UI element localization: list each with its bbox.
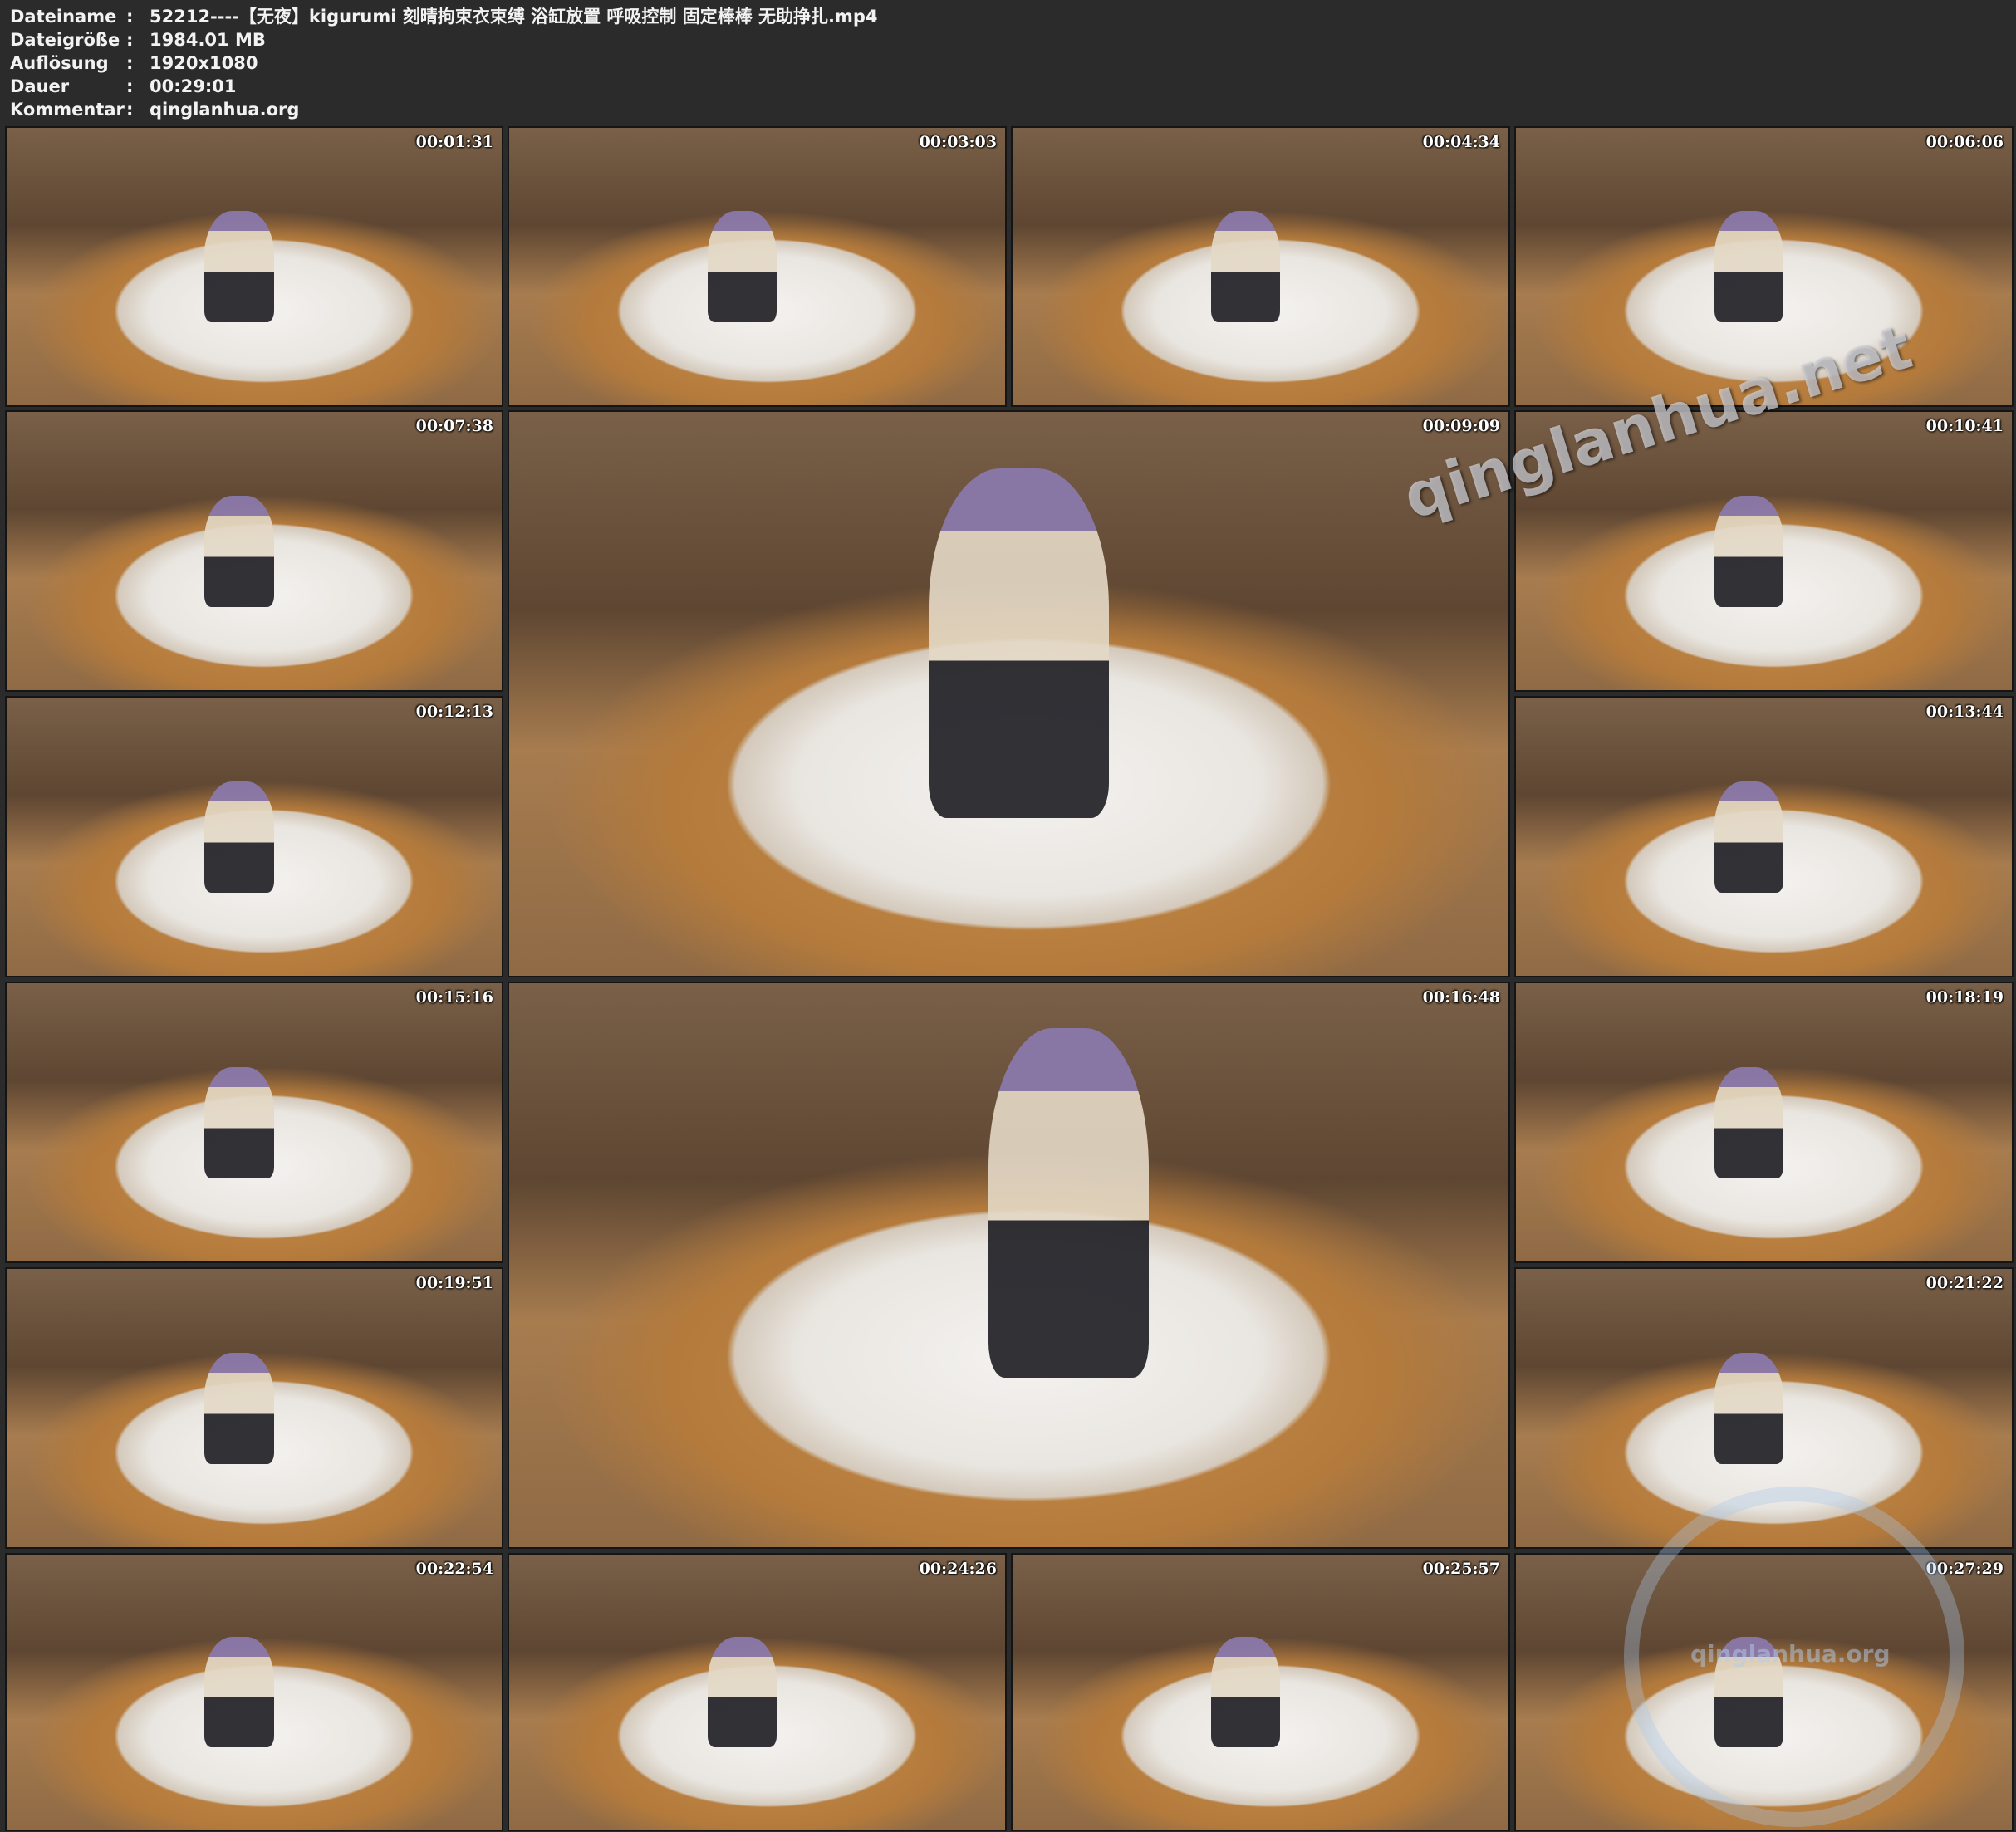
- thumbnail-figure: [988, 1028, 1149, 1379]
- thumbnail-timestamp: 00:18:19: [1925, 988, 2004, 1007]
- thumbnail-figure: [204, 1637, 274, 1747]
- video-thumbnail[interactable]: 00:22:54: [5, 1553, 503, 1831]
- info-value: qinglanhua.org: [150, 100, 300, 120]
- info-separator: :: [126, 53, 134, 73]
- thumbnail-timestamp: 00:21:22: [1925, 1274, 2004, 1292]
- thumbnail-figure: [929, 468, 1109, 818]
- info-label: Kommentar: [10, 100, 125, 120]
- info-label: Dauer: [10, 76, 70, 96]
- video-thumbnail[interactable]: 00:03:03: [508, 126, 1007, 407]
- info-value: 00:29:01: [150, 76, 237, 96]
- video-thumbnail[interactable]: 00:18:19: [1514, 982, 2014, 1263]
- info-row-filename: Dateiname : 52212----【无夜】kigurumi 刻晴拘束衣束…: [10, 5, 878, 28]
- video-thumbnail[interactable]: 00:15:16: [5, 982, 503, 1263]
- video-thumbnail[interactable]: 00:01:31: [5, 126, 503, 407]
- video-thumbnail[interactable]: 00:24:26: [508, 1553, 1007, 1831]
- thumbnail-timestamp: 00:01:31: [415, 133, 493, 151]
- video-thumbnail[interactable]: 00:25:57: [1011, 1553, 1510, 1831]
- thumbnail-figure: [204, 495, 274, 607]
- thumbnail-figure: [1714, 1066, 1784, 1178]
- info-value: 1984.01 MB: [150, 30, 266, 50]
- info-label: Dateigröße: [10, 30, 120, 50]
- thumbnail-timestamp: 00:24:26: [919, 1560, 997, 1578]
- thumbnail-figure: [204, 1352, 274, 1464]
- thumbnail-timestamp: 00:13:44: [1925, 703, 2004, 721]
- thumbnail-figure: [1714, 495, 1784, 607]
- info-separator: :: [126, 76, 134, 96]
- info-row-filesize: Dateigröße : 1984.01 MB: [10, 28, 878, 51]
- video-thumbnail[interactable]: 00:19:51: [5, 1267, 503, 1549]
- thumbnail-timestamp: 00:03:03: [919, 133, 997, 151]
- info-row-duration: Dauer : 00:29:01: [10, 75, 878, 98]
- thumbnail-timestamp: 00:06:06: [1925, 133, 2004, 151]
- thumbnail-figure: [707, 1637, 777, 1747]
- thumbnail-timestamp: 00:19:51: [415, 1274, 493, 1292]
- video-thumbnail-large[interactable]: 00:09:09: [508, 410, 1510, 977]
- thumbnail-timestamp: 00:16:48: [1422, 988, 1500, 1007]
- thumbnail-figure: [204, 211, 274, 322]
- thumbnail-figure: [204, 1066, 274, 1178]
- video-thumbnail[interactable]: 00:07:38: [5, 410, 503, 692]
- thumbnail-figure: [1714, 781, 1784, 893]
- thumbnail-timestamp: 00:22:54: [415, 1560, 493, 1578]
- info-row-resolution: Auflösung : 1920x1080: [10, 51, 878, 75]
- thumbnail-figure: [1714, 1352, 1784, 1464]
- file-info-panel: Dateiname : 52212----【无夜】kigurumi 刻晴拘束衣束…: [10, 5, 878, 121]
- thumbnail-figure: [1210, 211, 1281, 322]
- thumbnail-figure: [1714, 211, 1784, 322]
- thumbnail-timestamp: 00:25:57: [1422, 1560, 1500, 1578]
- thumbnail-timestamp: 00:15:16: [415, 988, 493, 1007]
- info-separator: :: [126, 30, 134, 50]
- thumbnail-timestamp: 00:07:38: [415, 417, 493, 435]
- video-thumbnail-large[interactable]: 00:16:48: [508, 982, 1510, 1549]
- info-value: 52212----【无夜】kigurumi 刻晴拘束衣束缚 浴缸放置 呼吸控制 …: [150, 7, 878, 27]
- info-separator: :: [126, 7, 134, 27]
- thumbnail-timestamp: 00:12:13: [415, 703, 493, 721]
- thumbnail-figure: [204, 781, 274, 893]
- watermark-logo-text: qinglanhua.org: [1690, 1640, 1891, 1668]
- info-label: Auflösung: [10, 53, 109, 73]
- thumbnail-timestamp: 00:10:41: [1925, 417, 2004, 435]
- thumbnail-timestamp: 00:09:09: [1422, 417, 1500, 435]
- video-thumbnail[interactable]: 00:12:13: [5, 696, 503, 977]
- video-thumbnail[interactable]: 00:04:34: [1011, 126, 1510, 407]
- info-label: Dateiname: [10, 7, 117, 27]
- info-value: 1920x1080: [150, 53, 258, 73]
- thumbnail-timestamp: 00:04:34: [1422, 133, 1500, 151]
- thumbnail-figure: [1210, 1637, 1281, 1747]
- info-row-comment: Kommentar : qinglanhua.org: [10, 98, 878, 121]
- video-thumbnail[interactable]: 00:13:44: [1514, 696, 2014, 977]
- info-separator: :: [126, 100, 134, 120]
- thumbnail-figure: [707, 211, 777, 322]
